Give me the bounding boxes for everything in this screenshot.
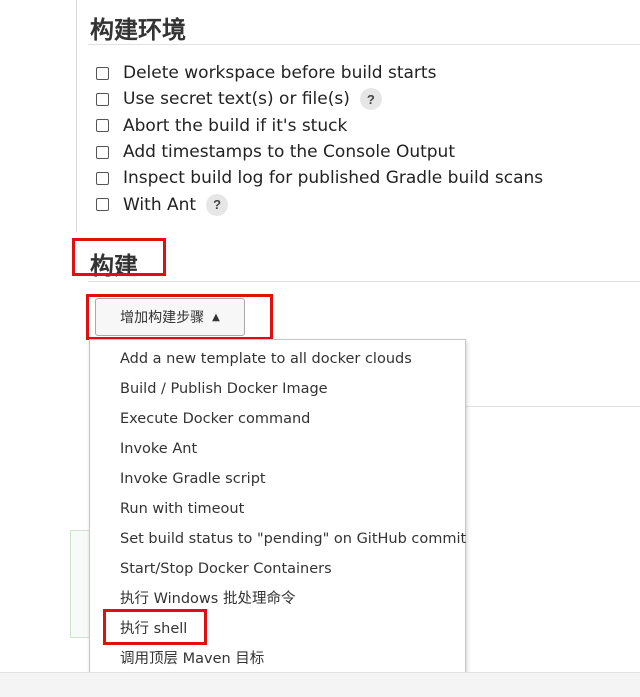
- option-label[interactable]: Inspect build log for published Gradle b…: [123, 168, 543, 188]
- help-icon[interactable]: ?: [359, 88, 382, 111]
- checkbox[interactable]: [96, 119, 109, 133]
- menu-item[interactable]: 调用顶层 Maven 目标: [90, 644, 465, 674]
- build-environment-options: Delete workspace before build starts Use …: [96, 60, 543, 218]
- menu-item[interactable]: Set build status to "pending" on GitHub …: [90, 524, 466, 554]
- build-divider: [88, 281, 640, 282]
- option-row[interactable]: Inspect build log for published Gradle b…: [96, 165, 543, 191]
- add-build-step-highlight: [86, 294, 273, 340]
- build-title-highlight: [72, 238, 166, 276]
- option-row[interactable]: Add timestamps to the Console Output: [96, 139, 543, 165]
- option-row[interactable]: Use secret text(s) or file(s)?: [96, 86, 543, 112]
- menu-item[interactable]: Invoke Ant: [90, 434, 465, 464]
- background-panel: [70, 530, 90, 638]
- option-label[interactable]: Delete workspace before build starts: [123, 63, 436, 83]
- section-left-border: [76, 0, 77, 232]
- option-label[interactable]: Add timestamps to the Console Output: [123, 142, 455, 162]
- checkbox[interactable]: [96, 171, 109, 185]
- menu-item[interactable]: Start/Stop Docker Containers: [90, 554, 465, 584]
- bottom-bar: [0, 672, 640, 697]
- background-panel-divider: [466, 406, 640, 407]
- build-environment-title: 构建环境: [90, 16, 186, 44]
- build-environment-divider: [88, 44, 640, 45]
- menu-item[interactable]: Invoke Gradle script: [90, 464, 465, 494]
- checkbox[interactable]: [96, 198, 109, 212]
- option-row[interactable]: With Ant?: [96, 191, 543, 217]
- option-label[interactable]: With Ant: [123, 195, 196, 215]
- menu-item[interactable]: Add a new template to all docker clouds: [90, 344, 465, 374]
- option-row[interactable]: Abort the build if it's stuck: [96, 113, 543, 139]
- option-label[interactable]: Abort the build if it's stuck: [123, 116, 347, 136]
- execute-shell-highlight: [103, 609, 207, 645]
- help-icon[interactable]: ?: [206, 193, 229, 216]
- menu-item[interactable]: Run with timeout: [90, 494, 465, 524]
- menu-item[interactable]: Build / Publish Docker Image: [90, 374, 465, 404]
- option-label[interactable]: Use secret text(s) or file(s): [123, 89, 350, 109]
- checkbox[interactable]: [96, 145, 109, 159]
- option-row[interactable]: Delete workspace before build starts: [96, 60, 543, 86]
- checkbox[interactable]: [96, 66, 109, 80]
- menu-item[interactable]: Execute Docker command: [90, 404, 465, 434]
- checkbox[interactable]: [96, 92, 109, 106]
